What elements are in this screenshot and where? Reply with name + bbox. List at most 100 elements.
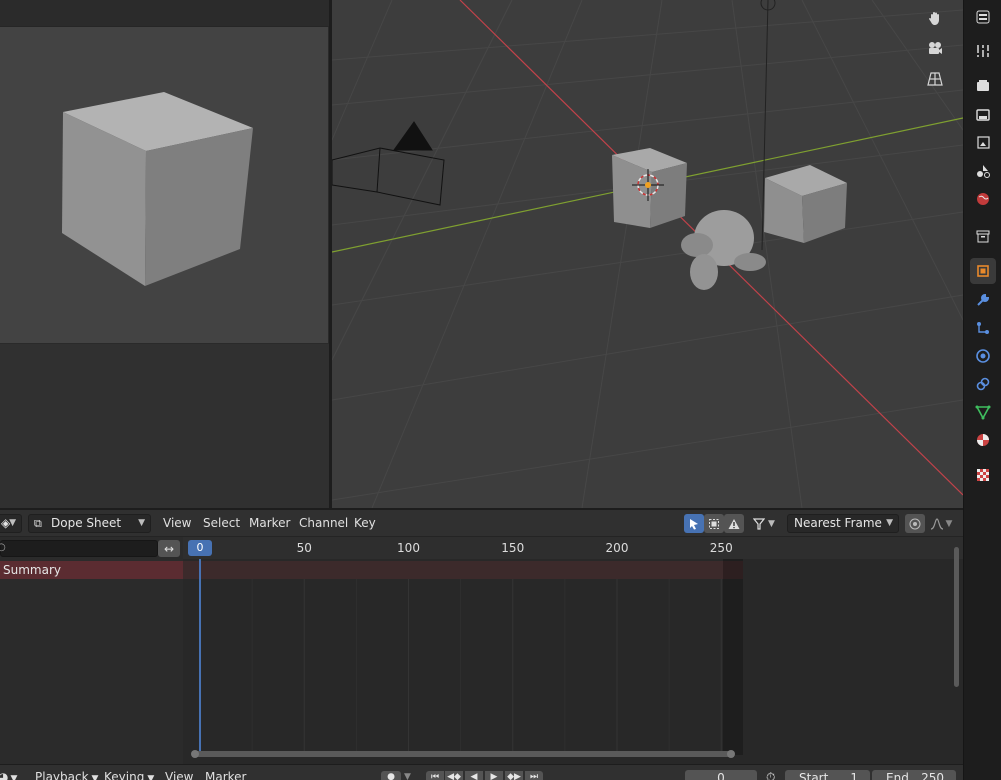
- chevron-down-icon: ▼: [768, 518, 775, 529]
- frame-range-end-overlay: [723, 559, 743, 755]
- object-icon[interactable]: [970, 258, 996, 284]
- filter-dropdown[interactable]: ▼: [748, 514, 780, 533]
- pan-hand-icon[interactable]: [927, 10, 953, 36]
- menu-view[interactable]: View: [163, 514, 191, 533]
- prev-keyframe-icon[interactable]: ◀◆: [445, 771, 463, 780]
- falloff-curve-icon: [930, 517, 943, 530]
- keyframe-grid: [251, 579, 722, 755]
- physics-icon[interactable]: [970, 343, 996, 369]
- menu-select[interactable]: Select: [203, 514, 240, 533]
- playhead-line: [199, 559, 201, 755]
- show-hidden-icon[interactable]: [704, 514, 724, 533]
- cube-object-1: [612, 148, 687, 228]
- mode-dropdown[interactable]: ⧉ Dope Sheet ▼: [28, 514, 151, 533]
- horizontal-scrollbar[interactable]: [191, 750, 735, 758]
- chevron-down-icon[interactable]: ▼: [404, 770, 411, 780]
- properties-tabs: [963, 0, 1001, 780]
- viewport-scene: [332, 0, 963, 508]
- current-frame-indicator[interactable]: 0: [188, 540, 212, 556]
- menu-channel[interactable]: Channel: [299, 514, 348, 533]
- chevron-down-icon: ▼: [886, 518, 893, 528]
- dopesheet-mode-icon: ⧉: [34, 517, 42, 530]
- dope-sheet-editor: ◈ ▼ ⧉ Dope Sheet ▼ View Select Marker Cha…: [0, 510, 963, 764]
- end-frame-field[interactable]: End 250: [872, 770, 956, 780]
- dope-sheet-header: ◈ ▼ ⧉ Dope Sheet ▼ View Select Marker Cha…: [0, 510, 963, 537]
- menu-marker[interactable]: Marker: [249, 514, 290, 533]
- render-preview-header: [0, 0, 330, 27]
- chevron-down-icon: ▼: [9, 518, 16, 528]
- channel-summary[interactable]: Summary: [0, 561, 183, 579]
- auto-keying-icon[interactable]: ●: [381, 771, 401, 780]
- filter-icon: [753, 517, 766, 530]
- stopwatch-icon[interactable]: ⏱: [766, 770, 775, 780]
- menu-marker[interactable]: Marker: [205, 770, 246, 780]
- next-keyframe-icon[interactable]: ◆▶: [505, 771, 523, 780]
- data-icon[interactable]: [970, 399, 996, 425]
- proportional-editing-icon[interactable]: [905, 514, 925, 533]
- texture-icon[interactable]: [970, 462, 996, 488]
- material-icon[interactable]: [970, 427, 996, 453]
- jump-start-icon[interactable]: ⏮: [426, 771, 444, 780]
- world-icon[interactable]: [970, 186, 996, 212]
- render-icon[interactable]: [970, 73, 996, 99]
- modifier-icon[interactable]: [970, 287, 996, 313]
- editor-type-dropdown[interactable]: ◕▼: [0, 770, 17, 780]
- editor-type-icon[interactable]: [970, 4, 996, 30]
- only-errors-icon[interactable]: [724, 514, 744, 533]
- camera-object: [332, 121, 445, 206]
- menu-key[interactable]: Key: [354, 514, 376, 533]
- render-preview-image: [0, 27, 329, 344]
- only-selected-icon[interactable]: [684, 514, 704, 533]
- rendered-cube: [62, 92, 253, 286]
- timeline-header: ◕▼ Playback▼ Keying▼ View Marker ● ▼ ⏮ ◀…: [0, 764, 963, 780]
- 3d-viewport[interactable]: [332, 0, 963, 508]
- chevron-down-icon: ▼: [945, 518, 953, 529]
- collection-icon[interactable]: [970, 223, 996, 249]
- tool-icon[interactable]: [970, 38, 996, 64]
- jump-end-icon[interactable]: ⏭: [525, 771, 543, 780]
- swap-filter-button[interactable]: ↔: [158, 540, 180, 557]
- render-preview-panel: [0, 0, 330, 508]
- keying-label: Keying: [104, 770, 145, 780]
- camera-view-icon[interactable]: [927, 40, 953, 66]
- constraints-icon[interactable]: [970, 371, 996, 397]
- chevron-down-icon: ▼: [10, 774, 18, 780]
- cube-object-2: [764, 165, 847, 243]
- search-icon: ○: [0, 542, 6, 553]
- scrollbar-handle-right[interactable]: [727, 750, 735, 758]
- render-preview-background: [0, 344, 330, 508]
- playback-menu[interactable]: Playback ▼: [35, 770, 98, 780]
- start-label: Start: [799, 771, 829, 780]
- play-icon[interactable]: ▶: [485, 771, 503, 780]
- current-frame-field[interactable]: 0: [685, 770, 757, 780]
- snapping-dropdown[interactable]: Nearest Frame ▼: [787, 514, 899, 533]
- start-frame-field[interactable]: Start 1: [785, 770, 870, 780]
- view-layer-icon[interactable]: [970, 130, 996, 156]
- channel-search-input[interactable]: ○: [0, 540, 158, 557]
- ruler-tick-label: 200: [605, 541, 629, 555]
- menu-view[interactable]: View: [165, 770, 193, 780]
- scrollbar-handle-left[interactable]: [191, 750, 199, 758]
- ruler-tick-label: 250: [709, 541, 733, 555]
- play-reverse-icon[interactable]: ◀: [465, 771, 483, 780]
- chevron-down-icon: ▼: [91, 774, 99, 780]
- scene-icon[interactable]: [970, 158, 996, 184]
- mode-label: Dope Sheet: [51, 516, 122, 530]
- proportional-falloff-dropdown[interactable]: ▼: [926, 514, 956, 533]
- ruler-tick-label: 100: [397, 541, 420, 555]
- output-icon[interactable]: [970, 102, 996, 128]
- ruler-tick-label: 150: [501, 541, 525, 555]
- start-value: 1: [850, 771, 858, 780]
- keyframe-region[interactable]: 50 100 150 200 250 0: [183, 537, 963, 764]
- vertical-scrollbar[interactable]: [954, 547, 959, 687]
- channel-region: ○ ↔ Summary: [0, 537, 183, 764]
- playback-label: Playback: [35, 770, 89, 780]
- editor-type-dropdown[interactable]: ◈ ▼: [0, 514, 22, 533]
- swap-arrows-icon: ↔: [163, 541, 175, 556]
- end-value: 250: [921, 771, 944, 780]
- perspective-grid-icon[interactable]: [927, 71, 953, 97]
- end-label: End: [886, 771, 909, 780]
- frame-ruler[interactable]: 50 100 150 200 250: [183, 537, 963, 559]
- keying-menu[interactable]: Keying ▼: [104, 770, 154, 780]
- particles-icon[interactable]: [970, 315, 996, 341]
